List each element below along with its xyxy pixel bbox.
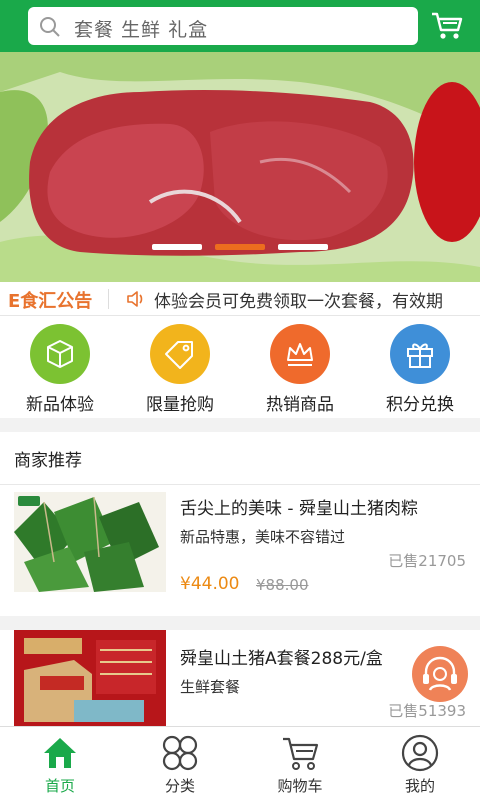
category-hot-products[interactable]: 热销商品 [240, 324, 360, 418]
section-title: 商家推荐 [14, 451, 82, 471]
divider [0, 484, 480, 485]
cart-icon [283, 737, 319, 770]
category-shortcuts: 新品体验 限量抢购 热销商品 积分兑换 [0, 316, 480, 418]
search-icon [40, 17, 60, 37]
product-image-gift-box [14, 630, 166, 726]
category-label: 新品体验 [26, 395, 94, 415]
tab-cart[interactable]: 购物车 [240, 727, 360, 800]
divider [0, 616, 480, 630]
bottom-tab-bar: 首页 分类 购物车 我的 [0, 726, 480, 800]
tab-home[interactable]: 首页 [0, 727, 120, 800]
cart-icon[interactable] [430, 10, 464, 42]
category-flash-sale[interactable]: 限量抢购 [120, 324, 240, 418]
product-sold-count: 已售51393 [388, 702, 466, 720]
product-sold-count: 已售21705 [388, 552, 466, 570]
search-placeholder: 套餐 生鲜 礼盒 [74, 19, 209, 41]
product-subtitle: 生鲜套餐 [180, 678, 241, 696]
speaker-icon [127, 291, 143, 307]
carousel-dot-2[interactable] [215, 244, 265, 250]
tab-profile[interactable]: 我的 [360, 727, 480, 800]
tab-category[interactable]: 分类 [120, 727, 240, 800]
box-icon [30, 324, 90, 384]
user-icon [401, 734, 439, 772]
carousel-indicators [0, 244, 480, 252]
customer-service-button[interactable] [412, 646, 468, 702]
tab-label: 我的 [404, 777, 435, 795]
product-original-price: ¥88.00 [256, 576, 309, 594]
home-icon [44, 738, 76, 768]
category-label: 限量抢购 [146, 395, 214, 415]
product-name: 舌尖上的美味 - 舜皇山土猪肉粽 [180, 499, 418, 519]
header: 套餐 生鲜 礼盒 [0, 0, 480, 52]
announcement-title: E食汇公告 [8, 291, 93, 312]
carousel-dot-3[interactable] [278, 244, 328, 250]
announcement-divider [108, 289, 109, 309]
product-name: 舜皇山土猪A套餐288元/盒 [180, 649, 383, 669]
product-price: ¥44.00 [180, 574, 240, 594]
headset-icon [423, 656, 457, 691]
category-points-exchange[interactable]: 积分兑换 [360, 324, 480, 418]
product-image-zongzi [14, 492, 166, 592]
tab-label: 首页 [44, 777, 75, 795]
announcement-bar[interactable]: E食汇公告 体验会员可免费领取一次套餐，有效期 [0, 282, 480, 316]
category-new-products[interactable]: 新品体验 [0, 324, 120, 418]
category-label: 积分兑换 [386, 395, 454, 415]
product-subtitle: 新品特惠，美味不容错过 [180, 528, 346, 546]
tab-label: 购物车 [277, 777, 323, 795]
category-icon [162, 735, 198, 771]
announcement-text: 体验会员可免费领取一次套餐，有效期 [154, 292, 443, 312]
gift-icon [390, 324, 450, 384]
crown-icon [270, 324, 330, 384]
category-label: 热销商品 [266, 395, 334, 415]
carousel-dot-1[interactable] [152, 244, 202, 250]
search-bar[interactable]: 套餐 生鲜 礼盒 [28, 7, 418, 45]
product-card-1[interactable]: 舌尖上的美味 - 舜皇山土猪肉粽 新品特惠，美味不容错过 已售21705 ¥44… [0, 492, 480, 616]
tab-label: 分类 [164, 777, 195, 795]
tag-icon [150, 324, 210, 384]
product-card-2[interactable]: 舜皇山土猪A套餐288元/盒 生鲜套餐 已售51393 [0, 630, 480, 726]
